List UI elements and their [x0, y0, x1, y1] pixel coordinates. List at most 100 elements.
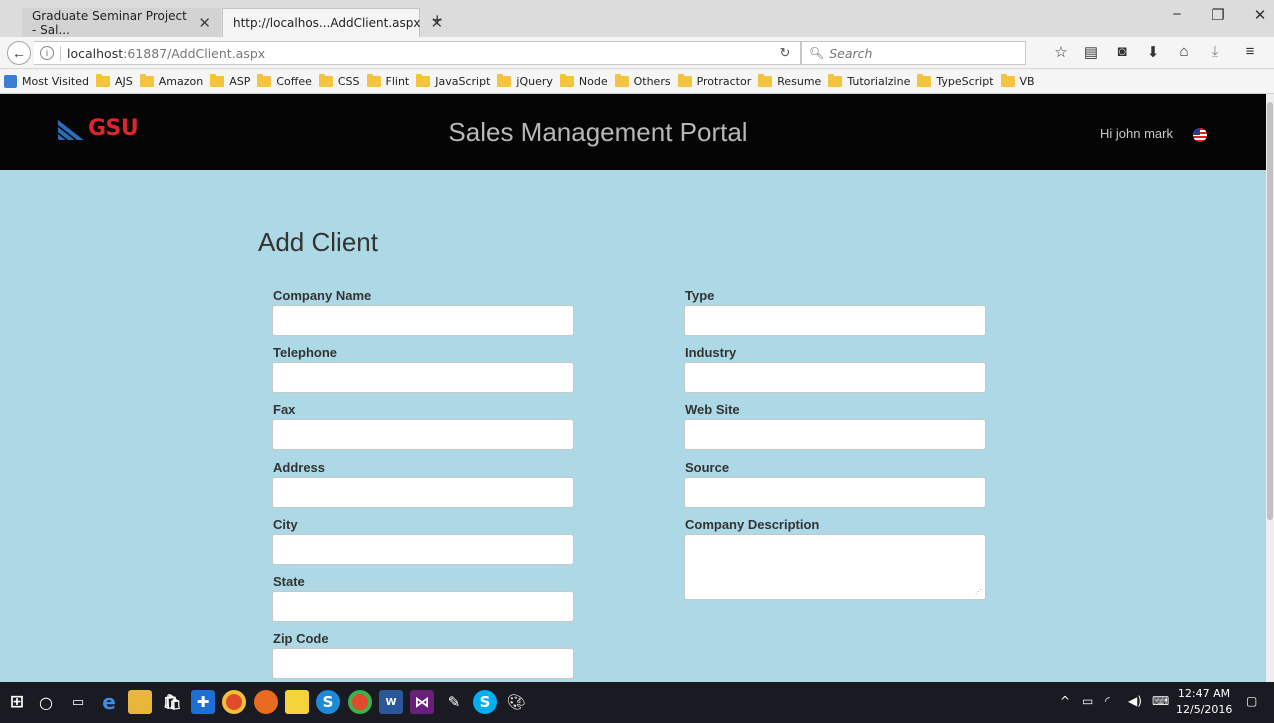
defender-icon[interactable]: ✚: [191, 690, 215, 714]
bookmark-label: Protractor: [696, 75, 752, 88]
tab-add-client[interactable]: http://localhos...AddClient.aspx ✕: [222, 8, 443, 37]
reading-list-icon[interactable]: ▤: [1081, 43, 1101, 61]
user-greeting[interactable]: Hi john mark: [1100, 126, 1173, 141]
search-input[interactable]: [829, 45, 1010, 61]
industry-label: Industry: [685, 345, 737, 360]
visual-studio-icon[interactable]: ⋈: [410, 690, 434, 714]
resize-grip-icon[interactable]: ⋰: [975, 588, 982, 596]
bookmark-label: Coffee: [276, 75, 312, 88]
close-window-icon[interactable]: ✕: [1240, 6, 1274, 24]
tab-graduate-seminar[interactable]: Graduate Seminar Project - Sal... ✕: [22, 8, 221, 37]
bookmark-folder[interactable]: Resume: [758, 74, 821, 88]
bookmark-folder[interactable]: Protractor: [677, 74, 752, 88]
system-clock[interactable]: 12:47 AM 12/5/2016: [1176, 686, 1232, 718]
address-input[interactable]: [272, 477, 574, 508]
firefox-icon[interactable]: [254, 690, 278, 714]
bookmark-label: CSS: [337, 75, 360, 88]
folder-icon: [318, 74, 333, 87]
page-content: GSU Sales Management Portal Hi john mark…: [0, 94, 1274, 682]
close-tab-icon[interactable]: ✕: [198, 14, 211, 32]
word-icon[interactable]: W: [379, 690, 403, 714]
chrome-icon[interactable]: [222, 690, 246, 714]
pocket-icon[interactable]: ◙: [1112, 43, 1132, 60]
clock-time: 12:47 AM: [1177, 687, 1231, 700]
back-arrow-icon[interactable]: ←: [7, 41, 31, 65]
minimize-icon[interactable]: −: [1157, 6, 1197, 23]
reload-icon[interactable]: ↻: [770, 42, 800, 64]
bookmark-folder[interactable]: TypeScript: [917, 74, 994, 88]
bookmark-label: Tutorialzine: [847, 75, 911, 88]
folder-icon: [139, 74, 154, 87]
fax-input[interactable]: [272, 419, 574, 450]
edge-browser-icon[interactable]: e: [97, 690, 121, 714]
wifi-icon[interactable]: ◜: [1105, 694, 1110, 708]
url-text[interactable]: localhost:61887/AddClient.aspx: [60, 45, 265, 61]
bookmark-most-visited[interactable]: Most Visited: [4, 75, 89, 88]
bookmark-star-icon[interactable]: ☆: [1051, 43, 1071, 61]
url-bar[interactable]: i localhost:61887/AddClient.aspx ↻: [34, 41, 801, 65]
bookmark-folder[interactable]: jQuery: [497, 74, 553, 88]
state-label: State: [273, 574, 305, 589]
home-icon[interactable]: ⌂: [1174, 43, 1194, 60]
page-title: Add Client: [258, 227, 378, 257]
industry-input[interactable]: [684, 362, 986, 393]
bookmark-label: TypeScript: [936, 75, 994, 88]
info-icon[interactable]: i: [40, 46, 54, 60]
city-input[interactable]: [272, 534, 574, 565]
paint-palette-icon[interactable]: 🎨︎: [504, 690, 528, 714]
file-explorer-icon[interactable]: [128, 690, 152, 714]
search-bar[interactable]: 🔍︎: [801, 41, 1026, 65]
web-site-input[interactable]: [684, 419, 986, 450]
battery-icon[interactable]: ▭: [1082, 694, 1093, 708]
clock-date: 12/5/2016: [1176, 703, 1233, 716]
chrome-profile-icon[interactable]: [348, 690, 372, 714]
navigation-toolbar: ← i localhost:61887/AddClient.aspx ↻ 🔍︎ …: [0, 37, 1274, 69]
bookmark-folder[interactable]: ASP: [210, 74, 250, 88]
bookmark-folder[interactable]: Others: [614, 74, 671, 88]
tab-title: Graduate Seminar Project - Sal...: [32, 8, 187, 37]
url-host: localhost: [67, 45, 124, 61]
menu-hamburger-icon[interactable]: ≡: [1240, 43, 1260, 60]
keyboard-icon[interactable]: ⌨: [1152, 694, 1169, 708]
notifications-icon[interactable]: ▢: [1246, 694, 1257, 708]
chevron-up-icon[interactable]: ^: [1060, 694, 1070, 708]
telephone-label: Telephone: [273, 345, 338, 360]
bookmark-folder[interactable]: CSS: [318, 74, 360, 88]
type-input[interactable]: [684, 305, 986, 336]
page-scrollbar[interactable]: [1266, 94, 1274, 682]
bookmark-folder[interactable]: JavaScript: [416, 74, 490, 88]
new-tab-icon[interactable]: +: [432, 10, 443, 31]
bookmark-folder[interactable]: Tutorialzine: [828, 74, 911, 88]
tab-title: http://localhos...AddClient.aspx: [233, 16, 421, 30]
folder-icon: [917, 74, 932, 87]
bookmark-folder[interactable]: Node: [559, 74, 608, 88]
zip-code-input[interactable]: [272, 648, 574, 679]
task-view-icon[interactable]: ▭: [66, 690, 90, 714]
paint-app-icon[interactable]: ✎: [442, 690, 466, 714]
windows-start-icon[interactable]: ⊞: [5, 690, 29, 714]
bookmark-folder[interactable]: Flint: [366, 74, 409, 88]
restore-icon[interactable]: ❐: [1198, 6, 1238, 24]
bookmark-folder[interactable]: Amazon: [139, 74, 203, 88]
bookmark-folder[interactable]: VB: [1000, 74, 1035, 88]
downloads-icon[interactable]: ⬇: [1143, 43, 1163, 61]
folder-icon: [559, 74, 574, 87]
skype-business-icon[interactable]: S: [316, 690, 340, 714]
source-input[interactable]: [684, 477, 986, 508]
company-name-input[interactable]: [272, 305, 574, 336]
store-icon[interactable]: 🛍︎: [160, 690, 184, 714]
telephone-input[interactable]: [272, 362, 574, 393]
bookmark-folder[interactable]: Coffee: [257, 74, 312, 88]
scroll-thumb[interactable]: [1267, 102, 1273, 520]
bookmark-folder[interactable]: AJS: [95, 74, 133, 88]
cortana-search-icon[interactable]: ○: [34, 690, 58, 714]
sticky-notes-icon[interactable]: [285, 690, 309, 714]
us-flag-icon[interactable]: [1193, 128, 1207, 142]
city-label: City: [273, 517, 298, 532]
download-progress-icon[interactable]: ⤓: [1205, 43, 1225, 60]
skype-icon[interactable]: S: [473, 690, 497, 714]
address-label: Address: [273, 460, 326, 475]
company-description-textarea[interactable]: [684, 534, 986, 600]
state-input[interactable]: [272, 591, 574, 622]
volume-icon[interactable]: ◀): [1128, 694, 1142, 708]
